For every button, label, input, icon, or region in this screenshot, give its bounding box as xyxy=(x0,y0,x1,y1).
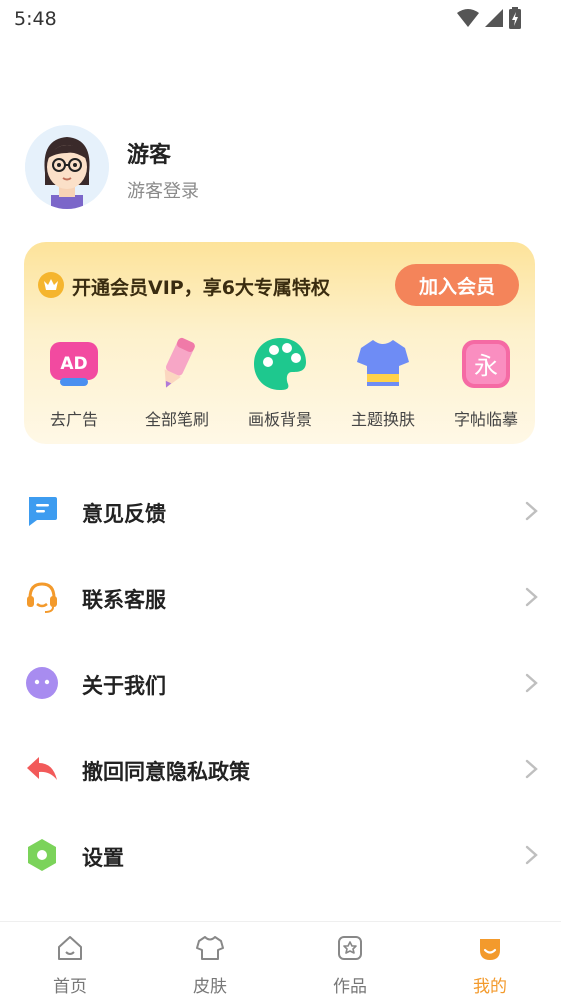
perk-canvas-background[interactable]: 画板背景 xyxy=(230,334,330,434)
perk-label: 去广告 xyxy=(49,410,98,429)
status-bar: 5:48 xyxy=(0,0,561,40)
shirt-icon xyxy=(357,340,409,386)
menu-label: 设置 xyxy=(82,846,124,870)
chevron-right-icon xyxy=(525,759,538,779)
shirt-icon xyxy=(196,936,224,960)
nav-label: 作品 xyxy=(333,977,367,997)
perk-label: 字帖临摹 xyxy=(453,410,518,429)
chevron-right-icon xyxy=(525,501,538,521)
vip-card[interactable]: 开通会员VIP，享6大专属特权 加入会员 AD 去广告 全部笔刷 画板背景 主题… xyxy=(24,242,535,444)
vip-perks: AD 去广告 全部笔刷 画板背景 主题换肤 永 字帖临摹 xyxy=(24,334,535,434)
menu-label: 意见反馈 xyxy=(82,502,166,526)
perk-no-ads[interactable]: AD 去广告 xyxy=(24,334,124,434)
menu-item-feedback[interactable]: 意见反馈 xyxy=(0,468,561,554)
perk-calligraphy[interactable]: 永 字帖临摹 xyxy=(436,334,536,434)
status-time: 5:48 xyxy=(14,8,57,30)
undo-icon xyxy=(27,757,57,780)
home-icon xyxy=(58,936,82,960)
perk-label: 画板背景 xyxy=(247,410,312,429)
headset-icon xyxy=(27,582,57,613)
chevron-right-icon xyxy=(525,845,538,865)
perk-theme-skin[interactable]: 主题换肤 xyxy=(333,334,433,434)
menu-item-customer-service[interactable]: 联系客服 xyxy=(0,554,561,640)
menu-item-about-us[interactable]: 关于我们 xyxy=(0,640,561,726)
smile-icon xyxy=(26,667,58,699)
menu-label: 关于我们 xyxy=(82,674,166,698)
menu-label: 撤回同意隐私政策 xyxy=(82,760,250,784)
calligraphy-icon: 永 xyxy=(462,340,510,388)
menu-item-revoke-privacy[interactable]: 撤回同意隐私政策 xyxy=(0,726,561,812)
battery-icon xyxy=(509,7,521,29)
profile-header[interactable]: 游客 游客登录 xyxy=(25,125,525,211)
ad-icon: AD xyxy=(50,342,98,386)
nav-label: 我的 xyxy=(473,977,507,997)
menu-label: 联系客服 xyxy=(82,588,166,612)
chevron-right-icon xyxy=(525,587,538,607)
join-vip-button[interactable]: 加入会员 xyxy=(395,264,519,306)
nav-label: 皮肤 xyxy=(193,977,227,997)
perk-label: 全部笔刷 xyxy=(144,410,209,429)
palette-icon xyxy=(254,338,306,390)
profile-icon xyxy=(480,939,500,960)
nav-profile[interactable]: 我的 xyxy=(420,922,560,999)
signal-icon xyxy=(485,9,503,27)
menu-item-settings[interactable]: 设置 xyxy=(0,812,561,898)
guest-login-link[interactable]: 游客登录 xyxy=(127,177,199,203)
nav-works[interactable]: 作品 xyxy=(280,922,420,999)
brush-icon xyxy=(164,337,195,388)
gear-icon xyxy=(28,839,56,871)
wifi-icon xyxy=(457,9,479,27)
status-icons xyxy=(457,7,521,29)
bottom-nav: 首页 皮肤 作品 我的 xyxy=(0,921,561,999)
perk-all-brushes[interactable]: 全部笔刷 xyxy=(127,334,227,434)
profile-name: 游客 xyxy=(127,143,172,168)
svg-text:AD: AD xyxy=(60,354,87,374)
nav-skin[interactable]: 皮肤 xyxy=(140,922,280,999)
crown-icon xyxy=(38,272,64,298)
nav-home[interactable]: 首页 xyxy=(0,922,140,999)
vip-promo-text: 开通会员VIP，享6大专属特权 xyxy=(72,277,330,299)
nav-label: 首页 xyxy=(53,977,87,997)
avatar[interactable] xyxy=(25,125,109,209)
svg-text:永: 永 xyxy=(474,352,498,380)
gallery-icon xyxy=(338,936,362,960)
chevron-right-icon xyxy=(525,673,538,693)
perk-label: 主题换肤 xyxy=(350,410,415,429)
feedback-icon xyxy=(29,497,57,526)
